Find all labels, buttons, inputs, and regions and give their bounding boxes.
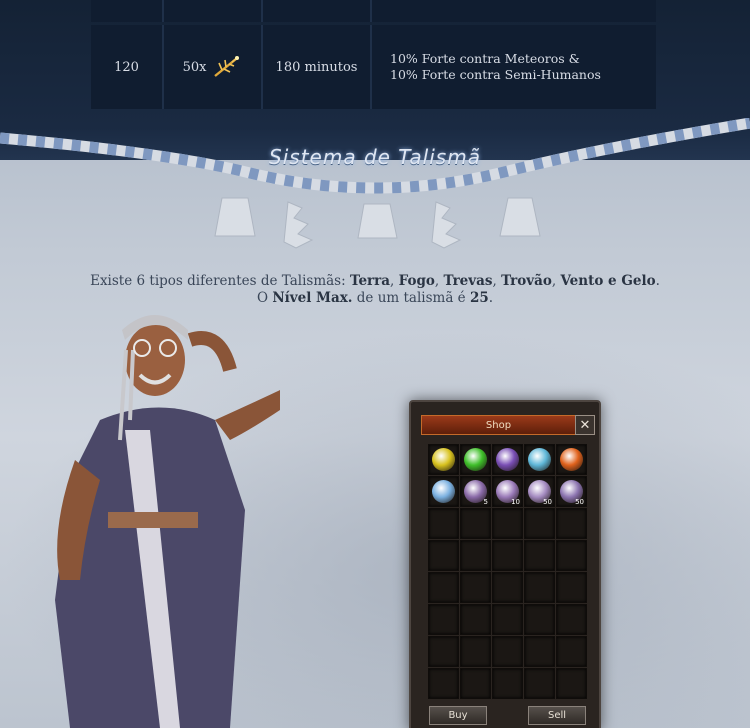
item-quantity: 5 xyxy=(483,498,488,506)
quantity-cell: 50x xyxy=(164,25,261,109)
duration-cell: 180 minutos xyxy=(275,59,358,75)
golden-branch-icon xyxy=(214,56,240,77)
talisma-vento-icon xyxy=(464,448,487,471)
talisma-fogo-icon xyxy=(560,448,583,471)
shop-slot[interactable] xyxy=(524,540,555,571)
shop-slot[interactable] xyxy=(556,508,587,539)
close-icon[interactable]: ✕ xyxy=(575,415,595,435)
shop-slot[interactable] xyxy=(524,604,555,635)
item-quantity: 50 xyxy=(575,498,584,506)
effect-line: 10% Forte contra Semi-Humanos xyxy=(390,67,601,82)
shop-slot[interactable] xyxy=(428,476,459,507)
page: 120 50x 180 minutos 10% Forte contra Met… xyxy=(0,0,750,728)
talisma-trevas-icon xyxy=(496,448,519,471)
buy-button[interactable]: Buy xyxy=(429,706,487,725)
shop-slot[interactable] xyxy=(460,636,491,667)
shop-slot[interactable] xyxy=(524,636,555,667)
table-row: 120 50x 180 minutos 10% Forte contra Met… xyxy=(91,25,656,109)
shop-slot[interactable] xyxy=(460,604,491,635)
reward-table: 120 50x 180 minutos 10% Forte contra Met… xyxy=(91,0,656,109)
shop-slot[interactable] xyxy=(492,668,523,699)
shop-slot[interactable] xyxy=(428,444,459,475)
sage-npc-illustration xyxy=(55,315,280,728)
shop-slot[interactable] xyxy=(460,508,491,539)
shop-slot[interactable] xyxy=(556,540,587,571)
shop-slot[interactable] xyxy=(428,668,459,699)
shop-slot[interactable] xyxy=(492,540,523,571)
shop-slot[interactable] xyxy=(428,540,459,571)
level-cell: 120 xyxy=(114,59,139,75)
shop-slot[interactable] xyxy=(428,572,459,603)
quantity-value: 50x xyxy=(182,59,207,75)
effect-line: 10% Forte contra Meteoros & xyxy=(390,51,580,66)
shop-slot[interactable] xyxy=(556,668,587,699)
table-row xyxy=(91,0,656,22)
shop-slot[interactable]: 50 xyxy=(524,476,555,507)
talisma-gelo-icon xyxy=(528,448,551,471)
shop-slot[interactable] xyxy=(524,668,555,699)
shop-slot[interactable] xyxy=(460,540,491,571)
shop-slot[interactable] xyxy=(492,444,523,475)
shop-title: Shop xyxy=(421,415,576,435)
effect-cell: 10% Forte contra Meteoros & 10% Forte co… xyxy=(372,25,656,109)
shop-slot[interactable] xyxy=(524,444,555,475)
talisma-gelo-alt-icon xyxy=(432,480,455,503)
shop-slot[interactable] xyxy=(460,668,491,699)
shop-slot[interactable] xyxy=(428,604,459,635)
shop-slot[interactable] xyxy=(556,604,587,635)
rope-ornament xyxy=(0,118,750,249)
shop-slot[interactable] xyxy=(492,508,523,539)
item-quantity: 50 xyxy=(543,498,552,506)
shop-slot[interactable] xyxy=(492,604,523,635)
sell-button[interactable]: Sell xyxy=(528,706,586,725)
shop-slot[interactable] xyxy=(556,636,587,667)
shop-slot[interactable] xyxy=(524,572,555,603)
shop-window: Shop ✕ 5 10 50 50 Buy Sell xyxy=(409,400,601,728)
item-quantity: 10 xyxy=(511,498,520,506)
shop-slot[interactable] xyxy=(428,636,459,667)
shop-slot[interactable] xyxy=(556,444,587,475)
shop-slot[interactable]: 50 xyxy=(556,476,587,507)
shop-slot[interactable]: 10 xyxy=(492,476,523,507)
shop-slot[interactable] xyxy=(524,508,555,539)
shop-slot[interactable] xyxy=(492,636,523,667)
shop-slot[interactable] xyxy=(460,572,491,603)
section-title: Sistema de Talismã xyxy=(269,145,481,169)
talisma-terra-icon xyxy=(432,448,455,471)
shop-slot[interactable] xyxy=(428,508,459,539)
shop-slot[interactable] xyxy=(460,444,491,475)
shop-slot[interactable] xyxy=(492,572,523,603)
shop-slot[interactable] xyxy=(556,572,587,603)
shop-slot[interactable]: 5 xyxy=(460,476,491,507)
